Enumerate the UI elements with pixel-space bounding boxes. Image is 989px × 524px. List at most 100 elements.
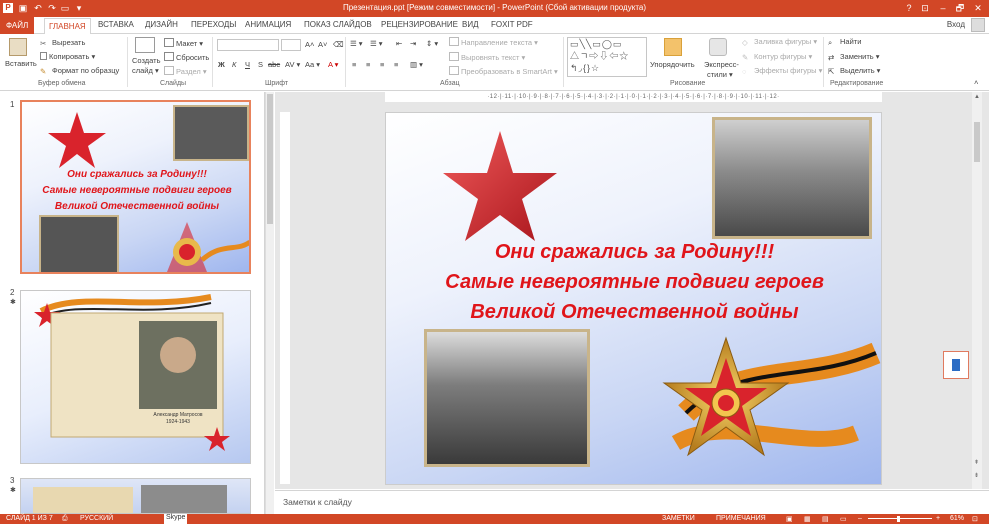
avatar[interactable] [971, 18, 985, 32]
zoom-level[interactable]: 61% [950, 515, 964, 522]
thumbnail-scroll-thumb[interactable] [267, 94, 273, 224]
thumbnail-slide-1[interactable]: Они сражались за Родину!!! Самые невероя… [20, 100, 251, 274]
shape-outline-button[interactable]: ✎ Контур фигуры ▾ [742, 52, 812, 62]
arrange-button[interactable]: Упорядочить [650, 60, 695, 69]
new-slide-dropdown[interactable]: слайд ▾ [132, 66, 159, 75]
minimize-button[interactable]: – [936, 2, 950, 14]
font-size-field[interactable] [281, 39, 301, 51]
notes-toggle[interactable]: ЗАМЕТКИ [662, 515, 695, 522]
tab-review[interactable]: РЕЦЕНЗИРОВАНИЕ [381, 20, 458, 29]
notes-pane[interactable]: Заметки к слайду [275, 490, 989, 514]
tab-home[interactable]: ГЛАВНАЯ [44, 18, 91, 35]
shape-effects-button[interactable]: ◌ Эффекты фигуры ▾ [742, 66, 822, 76]
zoom-slider-thumb[interactable] [897, 516, 900, 522]
ribbon-display-options-icon[interactable]: ⊡ [918, 2, 932, 14]
paste-button[interactable]: Вставить [5, 59, 37, 68]
editor-scrollbar[interactable]: ▲ ⇞ ⇟ [972, 92, 982, 489]
align-center-icon[interactable]: ≡ [366, 60, 370, 69]
convert-smartart-button[interactable]: Преобразовать в SmartArt ▾ [449, 66, 558, 76]
decrease-indent-icon[interactable]: ⇤ [396, 39, 402, 48]
italic-button[interactable]: К [232, 60, 236, 69]
prev-slide-icon[interactable]: ⇞ [974, 459, 980, 467]
tab-foxit-pdf[interactable]: FOXIT PDF [491, 20, 533, 29]
reading-view-icon[interactable]: ▤ [822, 515, 829, 523]
format-painter-button[interactable]: ✎ Формат по образцу [40, 66, 119, 76]
slide-title-line2[interactable]: Самые невероятные подвиги героев [386, 271, 881, 294]
copy-button[interactable]: Копировать ▾ [40, 52, 95, 61]
zoom-slider[interactable] [868, 518, 932, 519]
zoom-in-icon[interactable]: + [936, 515, 940, 522]
collapse-ribbon-icon[interactable]: ˄ [974, 78, 978, 87]
align-text-button[interactable]: Выровнять текст ▾ [449, 52, 525, 62]
font-name-field[interactable] [217, 39, 279, 51]
new-slide-icon[interactable] [135, 37, 155, 53]
font-color-button[interactable]: A ▾ [328, 60, 338, 69]
bookmark-button[interactable] [943, 351, 969, 379]
zoom-out-icon[interactable]: – [858, 515, 862, 522]
shadow-button[interactable]: S [258, 60, 263, 69]
shrink-font-button[interactable]: A˅ [318, 40, 327, 49]
quick-styles-icon[interactable] [709, 38, 727, 56]
normal-view-icon[interactable]: ▣ [786, 515, 793, 523]
editor-scroll-thumb[interactable] [974, 122, 980, 162]
shape-fill-button[interactable]: ◇ Заливка фигуры ▾ [742, 37, 817, 47]
bold-button[interactable]: Ж [218, 60, 225, 69]
slide-sorter-icon[interactable]: ▦ [804, 515, 811, 523]
notes-placeholder[interactable]: Заметки к слайду [283, 497, 352, 507]
close-button[interactable]: ✕ [971, 2, 985, 14]
align-right-icon[interactable]: ≡ [380, 60, 384, 69]
align-left-icon[interactable]: ≡ [352, 60, 356, 69]
tab-transitions[interactable]: ПЕРЕХОДЫ [191, 20, 236, 29]
thumbnail-slide-2[interactable]: Александр Матросов 1924-1943 [20, 290, 251, 464]
select-button[interactable]: ⇱ Выделить ▾ [828, 66, 880, 76]
thumbnail-scrollbar[interactable] [265, 92, 274, 514]
next-slide-icon[interactable]: ⇟ [974, 472, 980, 480]
change-case-button[interactable]: Aa ▾ [305, 60, 320, 69]
help-icon[interactable]: ? [902, 2, 916, 14]
cut-button[interactable]: ✂ Вырезать [40, 38, 85, 48]
slideshow-icon[interactable]: ▭ [840, 515, 847, 523]
tab-view[interactable]: ВИД [462, 20, 479, 29]
grow-font-button[interactable]: A˄ [305, 40, 314, 49]
section-button[interactable]: Раздел ▾ [164, 66, 207, 76]
comments-toggle[interactable]: ПРИМЕЧАНИЯ [716, 515, 766, 522]
tab-design[interactable]: ДИЗАЙН [145, 20, 178, 29]
text-direction-button[interactable]: Направление текста ▾ [449, 37, 538, 47]
numbering-icon[interactable]: ☰ ▾ [370, 39, 383, 48]
skype-indicator[interactable]: Skype [164, 514, 188, 524]
replace-button[interactable]: ⇄ Заменить ▾ [828, 52, 880, 62]
quick-styles-button[interactable]: Экспресс- [704, 60, 739, 69]
tab-slideshow[interactable]: ПОКАЗ СЛАЙДОВ [304, 20, 372, 29]
columns-icon[interactable]: ▥ ▾ [410, 60, 423, 69]
underline-button[interactable]: Ч [245, 60, 250, 69]
reset-button[interactable]: Сбросить [164, 52, 209, 62]
tab-insert[interactable]: ВСТАВКА [98, 20, 134, 29]
slide-title-line1[interactable]: Они сражались за Родину!!! [386, 241, 881, 264]
slide-canvas[interactable]: Они сражались за Родину!!! Самые невероя… [385, 112, 882, 485]
sign-in-link[interactable]: Вход [947, 20, 965, 29]
line-spacing-icon[interactable]: ⇕ ▾ [426, 39, 438, 48]
new-slide-button[interactable]: Создать [132, 56, 161, 65]
format-painter-label: Формат по образцу [52, 66, 120, 75]
language-indicator[interactable]: РУССКИЙ [80, 515, 113, 522]
increase-indent-icon[interactable]: ⇥ [410, 39, 416, 48]
clear-formatting-icon[interactable]: ⌫ [333, 40, 344, 49]
spellcheck-icon[interactable]: ⎙ [62, 515, 68, 523]
shapes-gallery[interactable]: ▭╲╲▭◯▭ △ㄱ⇨⇩⇦☆ ↰◞{}☆ [567, 37, 647, 77]
slide-title-line3[interactable]: Великой Отечественной войны [386, 301, 881, 324]
layout-button[interactable]: Макет ▾ [164, 38, 203, 48]
scroll-up-icon[interactable]: ▲ [974, 94, 980, 102]
character-spacing-button[interactable]: AV ▾ [285, 60, 300, 69]
quick-styles-dropdown[interactable]: стили ▾ [707, 70, 733, 79]
tab-file[interactable]: ФАЙЛ [0, 17, 35, 34]
restore-button[interactable]: 🗗 [953, 2, 967, 14]
fit-to-window-icon[interactable]: ⊡ [972, 515, 978, 523]
find-button[interactable]: ⌕ Найти [828, 37, 861, 47]
thumbnail-slide-3[interactable] [20, 478, 251, 514]
paste-icon[interactable] [9, 38, 27, 56]
justify-icon[interactable]: ≡ [394, 60, 398, 69]
bullets-icon[interactable]: ☰ ▾ [350, 39, 363, 48]
arrange-icon[interactable] [664, 38, 682, 56]
strikethrough-button[interactable]: abc [268, 60, 280, 69]
tab-animation[interactable]: АНИМАЦИЯ [245, 20, 291, 29]
